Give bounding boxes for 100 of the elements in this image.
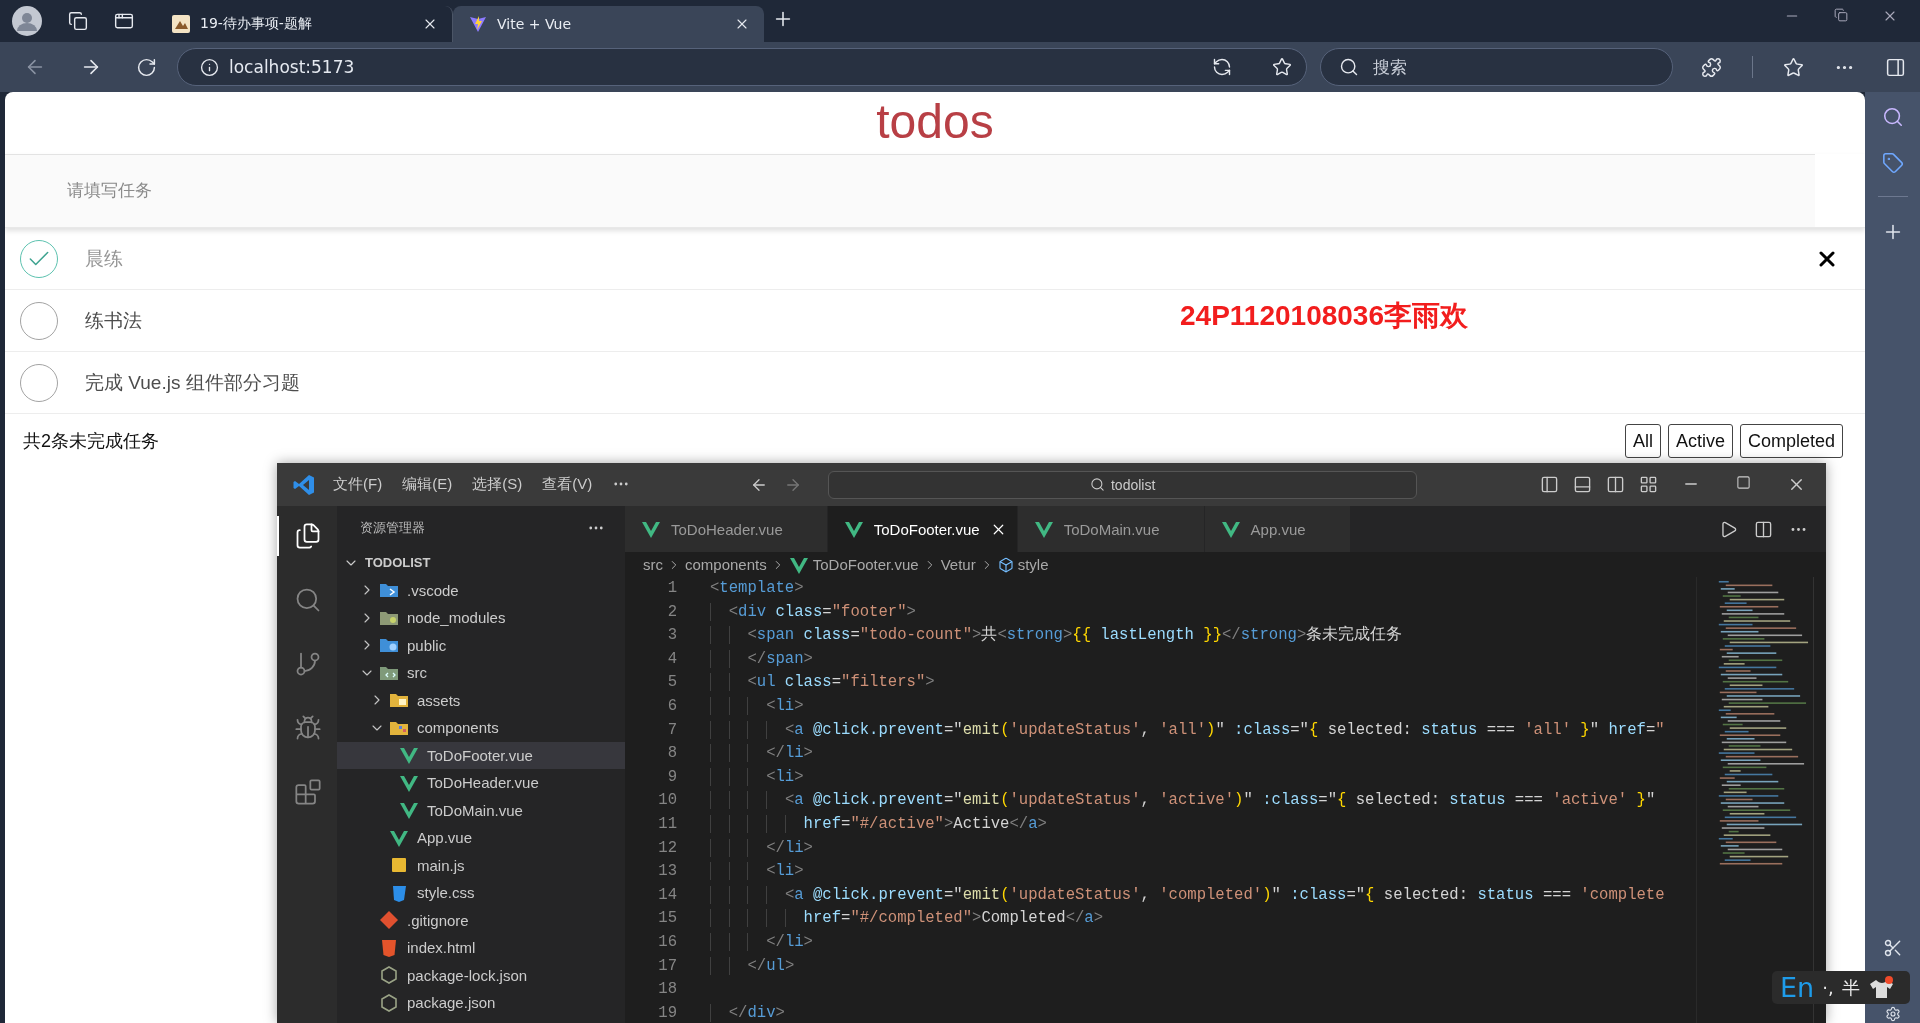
files-icon[interactable] (294, 522, 322, 550)
todo-text: 晨练 (85, 246, 123, 271)
split-icon[interactable] (1754, 519, 1773, 539)
line-number: 9 (667, 766, 677, 788)
branch-icon[interactable] (294, 650, 322, 678)
info-icon[interactable] (200, 57, 219, 77)
file-icon (379, 965, 399, 986)
circular-arrows-icon[interactable] (1212, 57, 1233, 77)
tree-item[interactable]: ToDoMain.vue (337, 796, 625, 824)
tag-icon[interactable] (1881, 152, 1904, 174)
filter-button[interactable]: All (1624, 424, 1661, 458)
line-number: 10 (658, 790, 677, 812)
tree-item[interactable]: App.vue (337, 824, 625, 852)
shirt-icon[interactable] (1867, 974, 1894, 1001)
restore-icon[interactable] (1834, 8, 1848, 22)
code-line: </li> (710, 836, 1696, 861)
blocks-icon[interactable] (294, 778, 322, 806)
todo-text: 完成 Vue.js 组件部分习题 (85, 370, 300, 395)
bug-icon[interactable] (294, 714, 322, 742)
tree-item[interactable]: ToDoFooter.vue (337, 741, 625, 769)
settings-icon[interactable] (1884, 1006, 1901, 1022)
code-line: </span> (710, 647, 1696, 672)
star-icon[interactable] (1272, 57, 1293, 77)
line-number: 5 (667, 672, 677, 694)
line-number: 2 (667, 601, 677, 623)
panel-left-icon[interactable] (1540, 475, 1559, 494)
tree-item[interactable]: main.js (337, 851, 625, 879)
line-number: 6 (667, 695, 677, 717)
editor-tab[interactable]: ToDoMain.vue (1017, 506, 1205, 552)
breadcrumb-item[interactable]: Vetur (940, 556, 976, 573)
filter-button[interactable]: Completed (1739, 424, 1843, 458)
v-icon (641, 519, 661, 539)
columns-icon[interactable] (1606, 475, 1625, 494)
v-icon (1033, 519, 1054, 539)
code-line: <li> (710, 765, 1696, 790)
minimap[interactable] (1696, 577, 1813, 1023)
tree-item[interactable]: style.css (337, 879, 625, 907)
breadcrumb-item[interactable]: src (643, 556, 663, 573)
file-icon (379, 937, 399, 958)
code-line: <template> (710, 578, 805, 599)
command-search[interactable]: todolist (828, 470, 1418, 499)
menu-item[interactable]: 编辑(E) (402, 475, 453, 494)
line-number: 11 (658, 813, 677, 835)
menu-item[interactable]: 选择(S) (472, 475, 523, 494)
address-bar[interactable]: localhost:5173 (177, 48, 1308, 86)
filter-button[interactable]: Active (1667, 424, 1733, 458)
breadcrumb-item[interactable]: ToDoFooter.vue (812, 556, 919, 573)
scissors-icon[interactable] (1882, 938, 1903, 958)
tree-item[interactable]: public (337, 631, 625, 659)
tree-item[interactable]: ToDoHeader.vue (337, 769, 625, 797)
avatar[interactable] (12, 6, 42, 36)
tree-item[interactable]: package-lock.json (337, 961, 625, 989)
sidebar-title: 资源管理器 (360, 518, 425, 537)
refresh-icon[interactable] (136, 56, 157, 78)
input-mode[interactable]: En (1780, 974, 1815, 1001)
task-input[interactable]: 请填写任务 (5, 154, 1815, 227)
panel-bottom-icon[interactable] (1573, 475, 1592, 494)
maximize-icon[interactable] (1736, 475, 1751, 490)
tree-section[interactable]: TODOLIST (337, 549, 625, 577)
width-mode[interactable]: 半 (1841, 975, 1860, 1000)
menu-item[interactable]: 查看(V) (542, 475, 593, 494)
tree-item[interactable]: package.json (337, 989, 625, 1017)
site-icon (172, 15, 190, 33)
tree-item[interactable]: .gitignore (337, 906, 625, 934)
browser-tab[interactable]: Vite + Vue (453, 6, 764, 42)
workspaces-icon[interactable] (68, 11, 88, 31)
editor-tab[interactable]: ToDoFooter.vue (827, 506, 1018, 552)
play-icon[interactable] (1719, 519, 1738, 539)
line-number: 1 (667, 578, 677, 599)
search-icon[interactable] (1881, 106, 1904, 128)
app-title: todos (876, 98, 994, 146)
code-line: <ul class="filters"> (710, 671, 1696, 695)
todo-count: 共2条未完成任务 (23, 430, 159, 453)
tree-item[interactable]: src (337, 659, 625, 687)
logo-icon (469, 15, 487, 33)
sidebar-icon[interactable] (1885, 56, 1906, 78)
punctuation-mode[interactable]: ·, (1822, 977, 1834, 998)
line-number: 17 (658, 955, 677, 977)
search-icon[interactable] (294, 586, 322, 614)
tree-item[interactable]: components (337, 714, 625, 742)
star-icon[interactable] (1783, 56, 1804, 78)
editor-tab[interactable]: ToDoHeader.vue (625, 506, 828, 552)
v-icon (399, 745, 419, 766)
breadcrumb-item[interactable]: style (1017, 556, 1049, 573)
search-icon (1089, 477, 1105, 492)
tree-item[interactable]: index.html (337, 934, 625, 962)
tree-item[interactable]: .vscode (337, 576, 625, 604)
code-line: <a @click.prevent="emit('updateStatus', 'active')" :class="{ selected: status === 'active' }" (710, 789, 1696, 813)
search-field[interactable]: 搜索 (1320, 48, 1673, 86)
code-line: </ul> (710, 954, 1696, 979)
tree-item[interactable]: assets (337, 686, 625, 714)
v-icon (1220, 519, 1241, 539)
puzzle-icon[interactable] (1701, 56, 1722, 78)
breadcrumb-item[interactable]: components (685, 556, 767, 573)
tree-item[interactable]: node_modules (337, 604, 625, 632)
menu-item[interactable]: 文件(F) (333, 475, 383, 494)
tab-actions-icon[interactable] (114, 11, 134, 31)
layout-icon[interactable] (1639, 475, 1658, 494)
editor-tab[interactable]: App.vue (1204, 506, 1351, 552)
v-icon (843, 519, 864, 539)
